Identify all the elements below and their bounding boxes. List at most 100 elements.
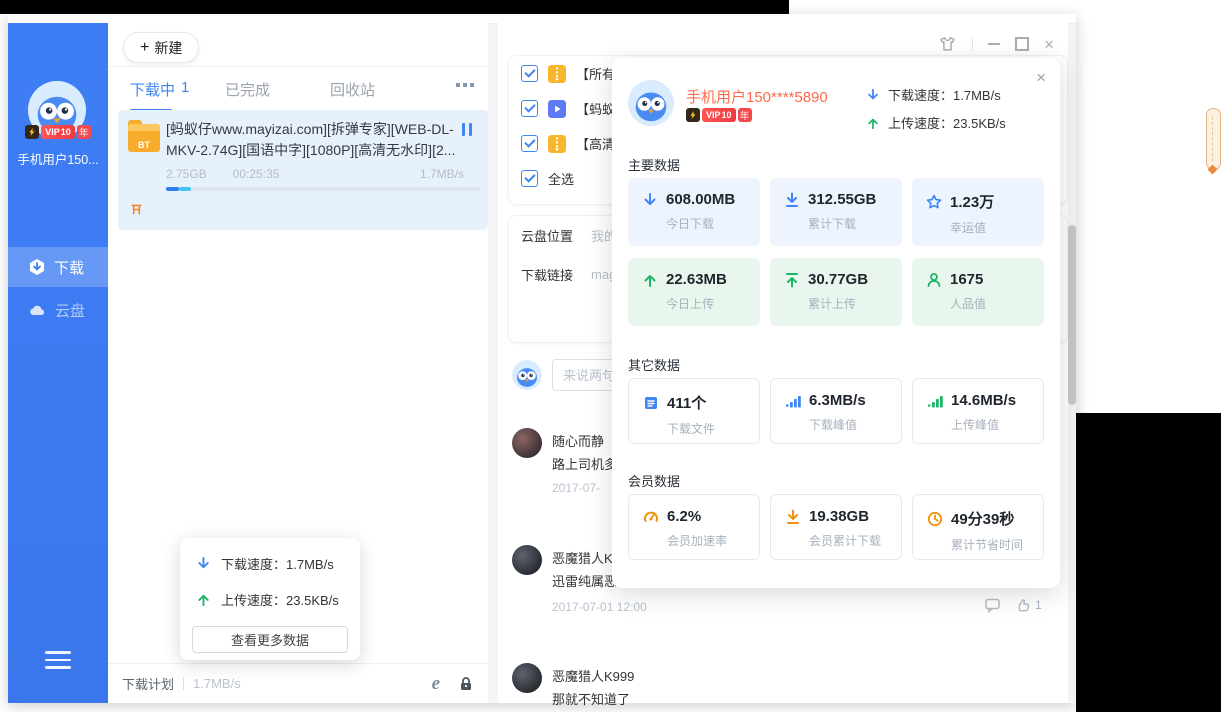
checkbox-checked[interactable] <box>521 135 538 152</box>
top-black-bar <box>0 0 789 14</box>
gauge-icon <box>643 509 659 525</box>
commenter-avatar[interactable] <box>512 663 542 693</box>
my-avatar <box>512 360 542 390</box>
stat-card-luck: 1.23万 幸运值 <box>912 178 1044 246</box>
sidebar: VIP 10 年 手机用户150... 下载 云盘 <box>8 23 108 703</box>
archive-file-icon <box>548 64 566 83</box>
clock-icon <box>927 511 943 527</box>
download-list-panel: + 新建 下载中 1 已完成 回收站 BT [蚂蚁仔www.mayizai.com… <box>108 23 488 703</box>
task-title: [蚂蚁仔www.mayizai.com][拆弹专家][WEB-DL-MKV-2.… <box>166 121 456 158</box>
panel-close-icon[interactable]: × <box>1036 68 1046 88</box>
stat-card-total-upload: 30.77GB 累计上传 <box>770 258 902 326</box>
like-count: 1 <box>1035 598 1042 612</box>
commenter-name[interactable]: 随心而静 <box>552 431 604 450</box>
download-arrow-icon <box>642 192 658 208</box>
lightning-icon <box>25 125 40 139</box>
commenter-name[interactable]: 恶魔猎人K999 <box>552 666 634 685</box>
commenter-name[interactable]: 恶魔猎人K <box>552 548 613 567</box>
panel-vip-badges: VIP 10 年 <box>686 108 752 122</box>
plus-icon: + <box>140 38 150 56</box>
checkbox-checked[interactable] <box>521 170 538 187</box>
window-controls: × <box>938 35 1054 53</box>
panel-speeds: 下载速度：1.7MB/s 上传速度：23.5KB/s <box>866 85 1006 132</box>
like-button[interactable]: 1 <box>1015 597 1042 613</box>
maximize-button[interactable] <box>1015 37 1030 51</box>
pause-button[interactable] <box>462 123 472 136</box>
person-icon <box>926 272 942 288</box>
download-underline-orange-icon <box>785 509 801 525</box>
sidebar-username: 手机用户150... <box>17 153 99 167</box>
tab-completed[interactable]: 已完成 <box>225 79 270 100</box>
menu-icon[interactable] <box>45 651 71 669</box>
stat-card-download-peak: 6.3MB/s 下载峰值 <box>770 378 902 444</box>
app-window: × VIP 10 年 手机用户150... 下载 云盘 + 新建 下载中 1 已… <box>8 14 1076 707</box>
star-icon <box>926 194 942 210</box>
sidebar-item-label: 云盘 <box>55 302 86 320</box>
progress-bar <box>166 187 480 191</box>
upload-arrow-icon <box>642 272 658 288</box>
checkbox-checked[interactable] <box>521 65 538 82</box>
panel-username: 手机用户150****5890 <box>686 89 828 106</box>
stat-card-time-saved: 49分39秒 累计节省时间 <box>912 494 1044 560</box>
sidebar-item-cloud[interactable]: 云盘 <box>8 290 108 330</box>
view-more-data-button[interactable]: 查看更多数据 <box>192 626 348 653</box>
download-plan-label[interactable]: 下载计划 <box>122 674 174 693</box>
section-title-main: 主要数据 <box>628 158 681 173</box>
lightning-icon <box>686 108 700 122</box>
archive-file-icon <box>548 134 566 153</box>
black-region <box>1076 413 1221 712</box>
chart-bars-down-icon <box>785 393 801 409</box>
sidebar-item-download[interactable]: 下载 <box>8 247 108 287</box>
stat-card-total-download: 312.55GB 累计下载 <box>770 178 902 246</box>
floating-pill-widget[interactable] <box>1206 108 1221 170</box>
toolbar-divider <box>108 66 488 67</box>
comment-text: 迅雷纯属恶 <box>552 574 618 589</box>
section-title-member: 会员数据 <box>628 474 681 489</box>
close-button[interactable]: × <box>1044 36 1054 53</box>
stat-card-karma: 1675 人品值 <box>912 258 1044 326</box>
download-underline-icon <box>784 192 800 208</box>
vip-badge: VIP 10 <box>41 125 75 139</box>
stat-card-files: 411个 下载文件 <box>628 378 760 444</box>
task-time-left: 00:25:35 <box>232 167 280 181</box>
statusbar-speed: 1.7MB/s <box>193 676 241 691</box>
theme-shirt-icon[interactable] <box>938 35 957 53</box>
tab-recycle-bin[interactable]: 回收站 <box>330 79 375 100</box>
progress-buffer <box>178 187 192 191</box>
vertical-scrollbar[interactable] <box>1068 34 1076 696</box>
scrollbar-thumb[interactable] <box>1068 225 1076 405</box>
commenter-avatar[interactable] <box>512 545 542 575</box>
progress-done <box>166 187 179 191</box>
reply-bubble-icon[interactable] <box>984 597 1001 613</box>
status-bar: 下载计划 1.7MB/s e <box>108 663 488 703</box>
comment-actions: 1 <box>984 597 1042 613</box>
new-task-button[interactable]: + 新建 <box>123 32 200 63</box>
tab-downloading[interactable]: 下载中 1 <box>130 79 189 100</box>
comment-date: 2017-07-01 12:00 <box>552 600 647 614</box>
checkbox-checked[interactable] <box>521 100 538 117</box>
comment-text: 路上司机多 <box>552 457 618 472</box>
sidebar-item-label: 下载 <box>54 259 85 277</box>
up-arrow-icon <box>196 592 211 607</box>
commenter-avatar[interactable] <box>512 428 542 458</box>
ie-browser-icon[interactable]: e <box>432 674 440 693</box>
lock-icon[interactable] <box>458 676 474 692</box>
vip-badges[interactable]: VIP 10 年 <box>8 125 108 139</box>
stat-card-upload-peak: 14.6MB/s 上传峰值 <box>912 378 1044 444</box>
year-badge: 年 <box>737 108 752 122</box>
chart-bars-up-icon <box>927 393 943 409</box>
panel-user-avatar <box>628 80 674 126</box>
task-speed: 1.7MB/s <box>419 167 464 181</box>
minimize-button[interactable] <box>988 43 1001 45</box>
download-task-row[interactable]: BT [蚂蚁仔www.mayizai.com][拆弹专家][WEB-DL-MKV… <box>118 110 488 230</box>
stat-card-today-upload: 22.63MB 今日上传 <box>628 258 760 326</box>
stat-card-today-download: 608.00MB 今日下载 <box>628 178 760 246</box>
download-hexagon-icon <box>28 258 46 276</box>
section-title-other: 其它数据 <box>628 358 681 373</box>
file-list-icon <box>643 395 659 411</box>
tooltip-upload-row: 上传速度：23.5KB/s <box>196 590 339 609</box>
user-stats-panel: × 手机用户150****5890 VIP 10 年 下载速度：1.7MB/s 上… <box>612 58 1060 588</box>
more-menu-icon[interactable] <box>456 83 474 87</box>
stat-card-member-download: 19.38GB 会员累计下载 <box>770 494 902 560</box>
down-arrow-icon <box>196 556 211 571</box>
